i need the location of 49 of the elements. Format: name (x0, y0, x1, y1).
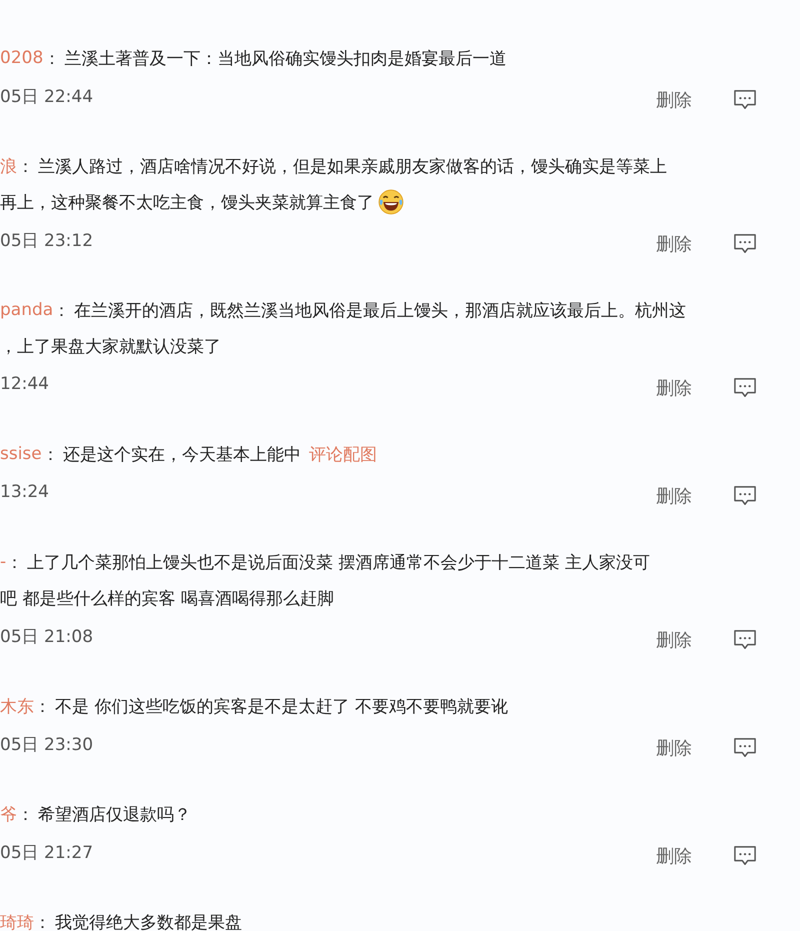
colon-separator: ： (17, 804, 34, 826)
comment-author[interactable]: 爷 (0, 802, 17, 826)
comment-text: 再上，这种聚餐不太吃主食，馒头夹菜就算主食了 (0, 192, 374, 214)
colon-separator: ： (43, 48, 60, 70)
comment-author[interactable]: panda (0, 300, 54, 320)
comment-icon[interactable] (732, 377, 758, 399)
comment-icon[interactable] (732, 89, 758, 111)
colon-separator: ： (34, 912, 51, 931)
colon-separator: ： (53, 300, 70, 322)
comment-time: 05日 22:44 (0, 86, 94, 108)
comment-text: 还是这个实在，今天基本上能中 (62, 444, 301, 466)
comment-text: ，上了果盘大家就默认没菜了 (0, 336, 221, 358)
comment-time: 13:24 (0, 482, 49, 502)
delete-button[interactable]: 删除 (656, 844, 692, 868)
comment-text: 希望酒店仅退款吗？ (38, 804, 191, 826)
colon-separator: ： (17, 156, 34, 178)
delete-button[interactable]: 删除 (656, 88, 692, 112)
comment-icon[interactable] (732, 737, 758, 759)
delete-button[interactable]: 删除 (656, 736, 692, 760)
comment-text: 吧 都是些什么样的宾客 喝喜酒喝得那么赶脚 (0, 588, 334, 610)
comment-time: 05日 21:27 (0, 842, 94, 864)
delete-button[interactable]: 删除 (656, 376, 692, 400)
comment-text: 不是 你们这些吃饭的宾客是不是太赶了 不要鸡不要鸭就要讹 (55, 696, 508, 718)
comment-text: 兰溪人路过，酒店啥情况不好说，但是如果亲戚朋友家做客的话，馒头确实是等菜上 (38, 156, 667, 178)
comment-icon[interactable] (732, 485, 758, 507)
comment-icon[interactable] (732, 233, 758, 255)
delete-button[interactable]: 删除 (656, 628, 692, 652)
colon-separator: ： (34, 696, 51, 718)
comment-text: 兰溪土著普及一下：当地风俗确实馒头扣肉是婚宴最后一道 (64, 48, 506, 70)
comment-time: 05日 23:30 (0, 734, 94, 756)
colon-separator: ： (6, 552, 24, 574)
comment-time: 05日 21:08 (0, 626, 94, 648)
delete-button[interactable]: 删除 (656, 232, 692, 256)
comment-text: 上了几个菜那怕上馒头也不是说后面没菜 摆酒席通常不会少于十二道菜 主人家没可 (27, 552, 650, 574)
comment-author[interactable]: 琦琦 (0, 910, 34, 931)
delete-button[interactable]: 删除 (656, 484, 692, 508)
comment-icon[interactable] (732, 845, 758, 867)
comment-time: 12:44 (0, 374, 49, 394)
comment-author[interactable]: 木东 (0, 694, 34, 718)
image-link[interactable]: 评论配图 (308, 442, 377, 466)
comment-author[interactable]: 浪 (0, 154, 17, 178)
comment-icon[interactable] (732, 629, 758, 651)
colon-separator: ： (42, 444, 59, 466)
comment-time: 05日 23:12 (0, 230, 94, 252)
comment-author[interactable]: - (0, 552, 6, 572)
comment-author[interactable]: ssise (0, 444, 42, 464)
comment-author[interactable]: 0208 (0, 48, 44, 68)
comment-text: 我觉得绝大多数都是果盘 (55, 912, 242, 931)
comment-text: 在兰溪开的酒店，既然兰溪当地风俗是最后上馒头，那酒店就应该最后上。杭州这 (74, 300, 686, 322)
